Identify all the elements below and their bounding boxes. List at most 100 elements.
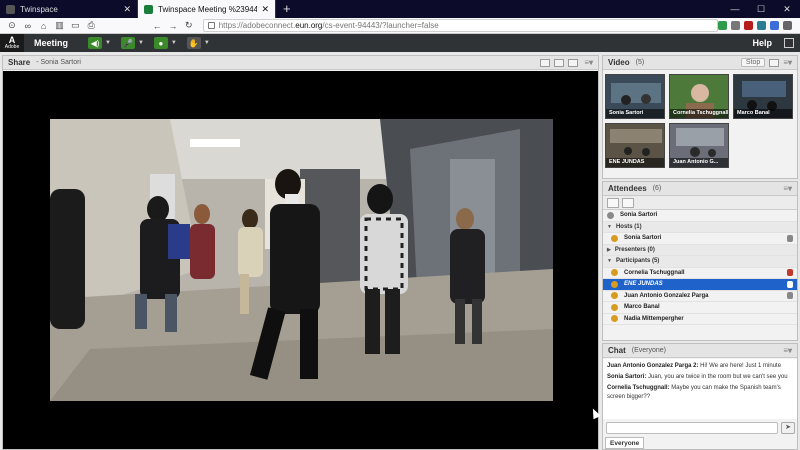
extension-green-icon[interactable]	[718, 21, 728, 30]
microphone-icon[interactable]: 🎤	[120, 37, 135, 49]
pod-options-icon[interactable]: ≡▾	[783, 184, 792, 193]
chevron-down-icon[interactable]: ▼	[607, 258, 612, 264]
hamburger-menu-icon[interactable]	[783, 21, 793, 30]
camera-icon[interactable]: ●	[153, 37, 168, 49]
video-thumb-name: Cornelia Tschuggnall	[670, 109, 728, 118]
attendees-pod-title: Attendees	[608, 184, 647, 193]
participants-group[interactable]: ▼ Participants (5)	[603, 256, 797, 268]
attendee-row[interactable]: Juan Antonio Gonzalez Parga	[603, 291, 797, 302]
browser-tab-strip: Twinspace ✕ Twinspace Meeting %2394443 ✕…	[0, 0, 800, 18]
extension-gray-icon[interactable]	[731, 21, 741, 30]
video-thumb[interactable]: ENE JUNDAS	[605, 123, 665, 168]
pod-options-icon[interactable]: ≡▾	[584, 58, 593, 67]
grid-view-icon[interactable]	[769, 58, 780, 67]
attendee-row[interactable]: Cornelia Tschuggnall	[603, 268, 797, 279]
connect-menu-bar: A Adobe Meeting ◀) ▼ 🎤 ▼ ● ▼ ✋ ▼ Help	[0, 34, 800, 52]
maximize-icon[interactable]: ☐	[748, 4, 774, 15]
chevron-right-icon[interactable]: ▶	[607, 247, 611, 253]
close-window-icon[interactable]: ✕	[774, 4, 800, 15]
camera-control[interactable]: ● ▼	[153, 37, 177, 49]
extension-teal-icon[interactable]	[757, 21, 767, 30]
share-pod-title: Share	[8, 58, 31, 67]
print-icon[interactable]: ⎙	[83, 20, 99, 31]
close-tab-icon[interactable]: ✕	[261, 4, 269, 15]
chevron-down-icon[interactable]: ▼	[105, 40, 111, 46]
video-pod: Video (5) Stop ≡▾ Sonia Sartori Cornelia…	[602, 55, 798, 179]
video-thumb-name: ENE JUNDAS	[606, 158, 664, 167]
microphone-control[interactable]: 🎤 ▼	[120, 37, 144, 49]
fit-width-icon[interactable]	[540, 58, 551, 67]
video-thumb[interactable]: Sonia Sartori	[605, 74, 665, 119]
minimize-icon[interactable]: —	[722, 4, 748, 14]
hand-icon[interactable]: ✋	[186, 37, 201, 49]
share-stage	[3, 71, 598, 449]
attendee-name: Juan Antonio Gonzalez Parga	[624, 292, 709, 299]
share-pod-header: Share - Sonia Sartori ≡▾	[3, 56, 598, 70]
help-menu[interactable]: Help	[752, 38, 772, 48]
chat-message: Juan Antonio Gonzalez Parga 2: Hi! We ar…	[607, 362, 793, 371]
tab-twinspace[interactable]: Twinspace ✕	[0, 0, 138, 18]
chat-pod-header: Chat (Everyone) ≡▾	[603, 344, 797, 358]
chat-input[interactable]	[606, 422, 778, 434]
chevron-down-icon[interactable]: ▼	[171, 40, 177, 46]
address-bar[interactable]: https:// adobeconnect. eun.org /cs-event…	[202, 19, 719, 32]
fullscreen-icon[interactable]	[784, 38, 794, 48]
chat-pod: Chat (Everyone) ≡▾ Juan Antonio Gonzalez…	[602, 343, 798, 450]
chevron-down-icon[interactable]: ▼	[138, 40, 144, 46]
maximize-pod-icon[interactable]	[568, 58, 579, 67]
presenters-group[interactable]: ▶ Presenters (0)	[603, 244, 797, 256]
video-thumb-name: Sonia Sartori	[606, 109, 664, 118]
raise-hand-control[interactable]: ✋ ▼	[186, 37, 210, 49]
attendee-name: Marco Banal	[624, 304, 660, 311]
chat-message: Sonia Sartori: Juan, you are twice in th…	[607, 373, 793, 382]
speaker-control[interactable]: ◀) ▼	[88, 37, 111, 49]
speaker-icon[interactable]: ◀)	[88, 37, 103, 49]
attendee-name: Sonia Sartori	[620, 212, 658, 219]
chat-tab-everyone[interactable]: Everyone	[605, 437, 645, 449]
person-icon	[611, 269, 618, 277]
back-icon[interactable]: ←	[149, 21, 165, 31]
video-thumb[interactable]: Juan Antonio G...	[669, 123, 729, 168]
library-icon[interactable]: ▥	[52, 20, 68, 31]
extension-blue-icon[interactable]	[770, 21, 780, 30]
list-view-icon[interactable]	[607, 197, 619, 208]
attendee-row[interactable]: Marco Banal	[603, 302, 797, 314]
self-attendee[interactable]: Sonia Sartori	[603, 210, 797, 222]
send-message-icon[interactable]: ➤	[781, 422, 795, 434]
full-screen-toggle-icon[interactable]	[554, 58, 565, 67]
meeting-menu[interactable]: Meeting	[24, 38, 78, 48]
stop-video-button[interactable]: Stop	[740, 58, 766, 67]
attendee-row[interactable]: Nadia Mittempergher	[603, 314, 797, 325]
reload-icon[interactable]: ↻	[181, 20, 197, 31]
extension-red-icon[interactable]	[744, 21, 754, 30]
video-thumb[interactable]: Marco Banal	[733, 74, 793, 119]
chat-text: Hi! We are here! Just 1 minute	[698, 363, 782, 369]
hosts-group[interactable]: ▼ Hosts (1)	[603, 221, 797, 233]
pocket-icon[interactable]: ⊙	[4, 20, 20, 31]
close-tab-icon[interactable]: ✕	[123, 4, 131, 15]
adobe-logo: A Adobe	[0, 34, 24, 52]
pod-options-icon[interactable]: ≡▾	[783, 58, 792, 67]
attendee-row-selected[interactable]: ENE JUNDAS	[603, 279, 797, 291]
person-icon	[611, 303, 618, 311]
chevron-down-icon[interactable]: ▼	[607, 224, 612, 230]
extensions	[718, 21, 796, 30]
chevron-down-icon[interactable]: ▼	[204, 40, 210, 46]
new-tab-icon[interactable]: +	[276, 0, 298, 18]
pod-options-icon[interactable]: ≡▾	[783, 346, 792, 355]
person-icon	[611, 292, 618, 300]
microphone-status-icon	[787, 280, 793, 288]
video-thumb[interactable]: Cornelia Tschuggnall	[669, 74, 729, 119]
attendee-row[interactable]: Sonia Sartori	[603, 233, 797, 245]
window-controls: — ☐ ✕	[722, 0, 800, 18]
home-icon[interactable]: ⌂	[36, 21, 52, 31]
url-domain-prefix: adobeconnect.	[242, 21, 296, 30]
sort-icon[interactable]	[622, 197, 634, 208]
hallway-scene-image	[50, 119, 553, 401]
glasses-icon[interactable]: ∞	[20, 21, 36, 31]
attendee-name: Cornelia Tschuggnall	[624, 269, 685, 276]
tab-twinspace-meeting[interactable]: Twinspace Meeting %2394443 ✕	[138, 0, 276, 18]
forward-icon[interactable]: →	[165, 21, 181, 31]
shared-video	[50, 119, 553, 401]
screenshot-icon[interactable]: ▭	[67, 20, 83, 31]
